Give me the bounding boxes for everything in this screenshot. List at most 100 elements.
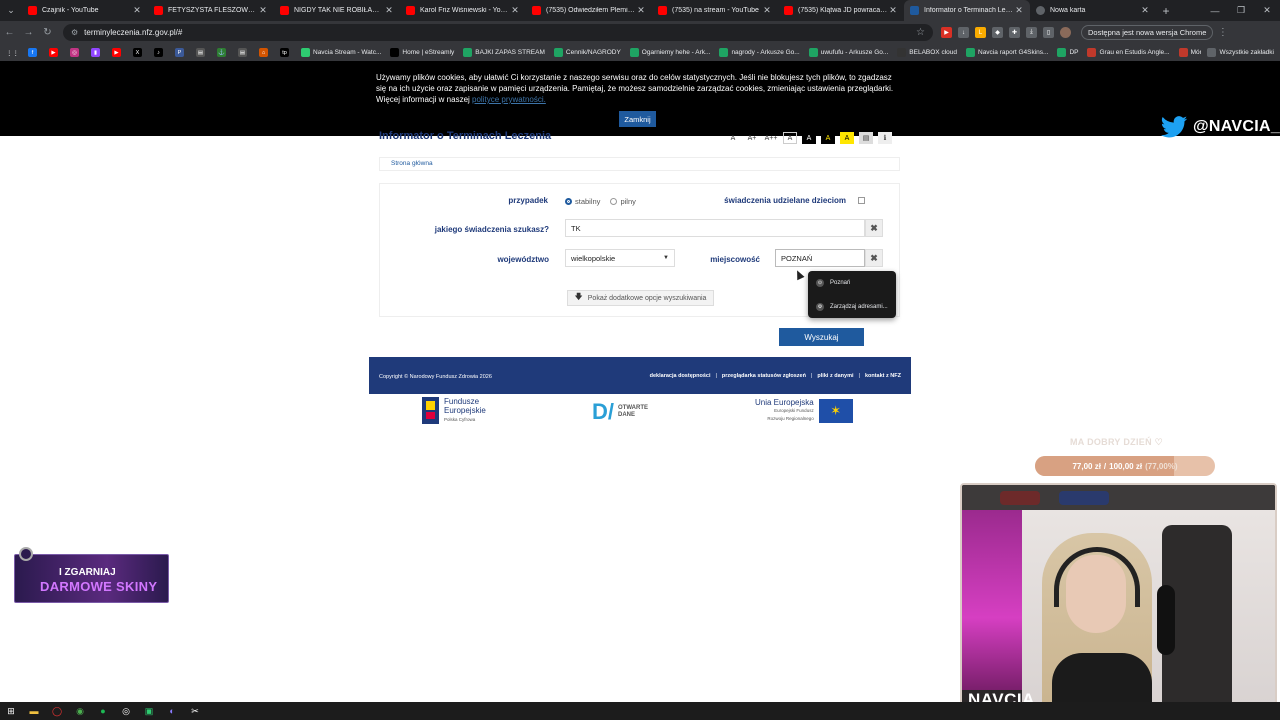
more-options-button[interactable]: 🡇 Pokaż dodatkowe opcje wyszukiwania: [567, 290, 714, 306]
bookmark-item[interactable]: DP: [1057, 48, 1078, 57]
close-tab-icon[interactable]: ✕: [510, 5, 520, 16]
restore-icon[interactable]: ❐: [1228, 0, 1254, 21]
bookmark-item[interactable]: Home | eStreamly: [390, 48, 454, 57]
close-tab-icon[interactable]: ✕: [1140, 5, 1150, 16]
search-button[interactable]: Wyszukaj: [779, 328, 864, 346]
capcut-icon[interactable]: ✂: [188, 704, 202, 718]
contrast-black[interactable]: A: [802, 132, 816, 144]
info-icon[interactable]: ℹ: [878, 132, 892, 144]
privacy-policy-link[interactable]: polityce prywatności.: [472, 95, 546, 104]
bookmark-icon[interactable]: ⚓: [217, 48, 229, 57]
bookmark-item[interactable]: BAJKI ZAPAS STREAM: [463, 48, 545, 57]
avatar[interactable]: [1060, 27, 1071, 38]
extension-icon[interactable]: ◆: [992, 27, 1003, 38]
youtube-icon[interactable]: ▶: [112, 48, 124, 57]
close-tab-icon[interactable]: ✕: [888, 5, 898, 16]
print-icon[interactable]: ▤: [859, 132, 873, 144]
download-icon[interactable]: ⤓: [1026, 27, 1037, 38]
bookmark-icon[interactable]: ▤: [238, 48, 250, 57]
new-tab-button[interactable]: +: [1156, 4, 1176, 18]
footer-link[interactable]: kontakt z NFZ: [865, 373, 901, 379]
contrast-black-yellow[interactable]: A: [821, 132, 835, 144]
browser-tab[interactable]: (7535) Klątwa JD powraca: Dlaczeg...✕: [778, 0, 904, 21]
spotify-icon[interactable]: ●: [96, 704, 110, 718]
close-tab-icon[interactable]: ✕: [636, 5, 646, 16]
bookmark-item[interactable]: Ogarniemy hehe - Ark...: [629, 48, 710, 57]
app-icon[interactable]: ◐: [165, 704, 179, 718]
browser-tab[interactable]: (7535) na stream - YouTube ✕: [652, 0, 778, 21]
browser-tab[interactable]: (7535) Odwiedziłem Plemię Kanibal...✕: [526, 0, 652, 21]
close-window-icon[interactable]: ✕: [1254, 0, 1280, 21]
voivodeship-select[interactable]: wielkopolskie ▼: [565, 249, 675, 267]
bookmark-item[interactable]: Navcia Stream - Watc...: [301, 48, 381, 57]
extension-icon[interactable]: L: [975, 27, 986, 38]
back-icon[interactable]: ←: [0, 21, 19, 44]
close-tab-icon[interactable]: ✕: [132, 5, 142, 16]
radio-stable[interactable]: [565, 198, 572, 205]
service-input[interactable]: TK: [565, 219, 865, 237]
contrast-default[interactable]: A: [783, 132, 797, 144]
extension-icon[interactable]: ▶: [941, 27, 952, 38]
menu-icon[interactable]: ⋮: [1213, 21, 1232, 44]
address-bar[interactable]: ⚙ terminyleczenia.nfz.gov.pl/# ☆: [63, 24, 933, 41]
browser-tab[interactable]: FETYSZYSTA FLESZOWY | CZY MY...✕: [148, 0, 274, 21]
bookmark-item[interactable]: Cennik/NAGRODY: [553, 48, 621, 57]
bookmark-item[interactable]: Navcia raport G4Skins...: [966, 48, 1048, 57]
autocomplete-item[interactable]: ⚙ Zarządzaj adresami...: [808, 298, 896, 316]
font-size-xlarge[interactable]: A++: [764, 132, 778, 144]
footer-link[interactable]: deklaracja dostępności: [650, 373, 711, 379]
close-tab-icon[interactable]: ✕: [258, 5, 268, 16]
clear-city-icon[interactable]: ✖: [865, 249, 883, 267]
tab-search-icon[interactable]: ⌄: [0, 0, 22, 21]
children-checkbox[interactable]: [858, 197, 865, 204]
bookmark-star-icon[interactable]: ☆: [916, 27, 925, 38]
all-bookmarks[interactable]: Wszystkie zakładki: [1201, 44, 1274, 61]
opera-icon[interactable]: ◯: [50, 704, 64, 718]
radio-urgent[interactable]: [610, 198, 618, 205]
x-icon[interactable]: X: [133, 48, 145, 57]
browser-tab[interactable]: Karol Friz Wiśniewski - YouTube✕: [400, 0, 526, 21]
twitch-icon[interactable]: ▮: [91, 48, 103, 57]
minimize-icon[interactable]: —: [1202, 0, 1228, 21]
browser-tab[interactable]: Informator o Terminach Leczenia✕: [904, 0, 1030, 21]
bookmark-icon[interactable]: ▤: [196, 48, 208, 57]
chrome-update-button[interactable]: Dostępna jest nowa wersja Chrome: [1081, 25, 1214, 40]
autocomplete-item[interactable]: ⊙ Poznań: [808, 274, 896, 292]
forward-icon[interactable]: →: [19, 21, 38, 44]
contrast-yellow[interactable]: A: [840, 132, 854, 144]
clear-service-icon[interactable]: ✖: [865, 219, 883, 237]
bookmark-item[interactable]: Grau en Estudis Angle...: [1087, 48, 1170, 57]
start-icon[interactable]: ⊞: [4, 704, 18, 718]
obs-icon[interactable]: ◎: [119, 704, 133, 718]
instagram-icon[interactable]: ◎: [70, 48, 82, 57]
extension-icon[interactable]: ↓: [958, 27, 969, 38]
close-tab-icon[interactable]: ✕: [384, 5, 394, 16]
facebook-icon[interactable]: f: [28, 48, 40, 57]
sidepanel-icon[interactable]: ▯: [1043, 27, 1054, 38]
close-tab-icon[interactable]: ✕: [762, 5, 772, 16]
close-tab-icon[interactable]: ✕: [1014, 5, 1024, 16]
puzzle-icon[interactable]: ✚: [1009, 27, 1020, 38]
font-size-normal[interactable]: A: [726, 132, 740, 144]
apps-icon[interactable]: ⋮⋮: [6, 49, 19, 57]
breadcrumb-home[interactable]: Strona główna: [391, 160, 433, 167]
font-size-large[interactable]: A+: [745, 132, 759, 144]
site-info-icon[interactable]: ⚙: [71, 28, 78, 37]
city-input[interactable]: POZNAŃ: [775, 249, 865, 267]
bookmark-icon[interactable]: ⌂: [259, 48, 271, 57]
browser-tab[interactable]: Nowa karta ✕: [1030, 0, 1156, 21]
chrome-icon[interactable]: ◉: [73, 704, 87, 718]
browser-tab[interactable]: Czajnik - YouTube ✕: [22, 0, 148, 21]
file-explorer-icon[interactable]: ▬: [27, 704, 41, 718]
tiktok-icon[interactable]: ♪: [154, 48, 166, 57]
bookmark-icon[interactable]: P: [175, 48, 187, 57]
youtube-icon[interactable]: ▶: [49, 48, 61, 57]
terminal-icon[interactable]: ▣: [142, 704, 156, 718]
footer-link[interactable]: pliki z danymi: [817, 373, 853, 379]
footer-link[interactable]: przeglądarka statusów zgłoszeń: [722, 373, 806, 379]
reload-icon[interactable]: ↻: [38, 21, 57, 44]
bookmark-item[interactable]: uwufufu - Arkusze Go...: [808, 48, 888, 57]
bookmark-icon[interactable]: tp: [280, 48, 292, 57]
close-cookie-button[interactable]: Zamknij: [619, 111, 656, 127]
bookmark-item[interactable]: BELABOX cloud: [897, 48, 957, 57]
